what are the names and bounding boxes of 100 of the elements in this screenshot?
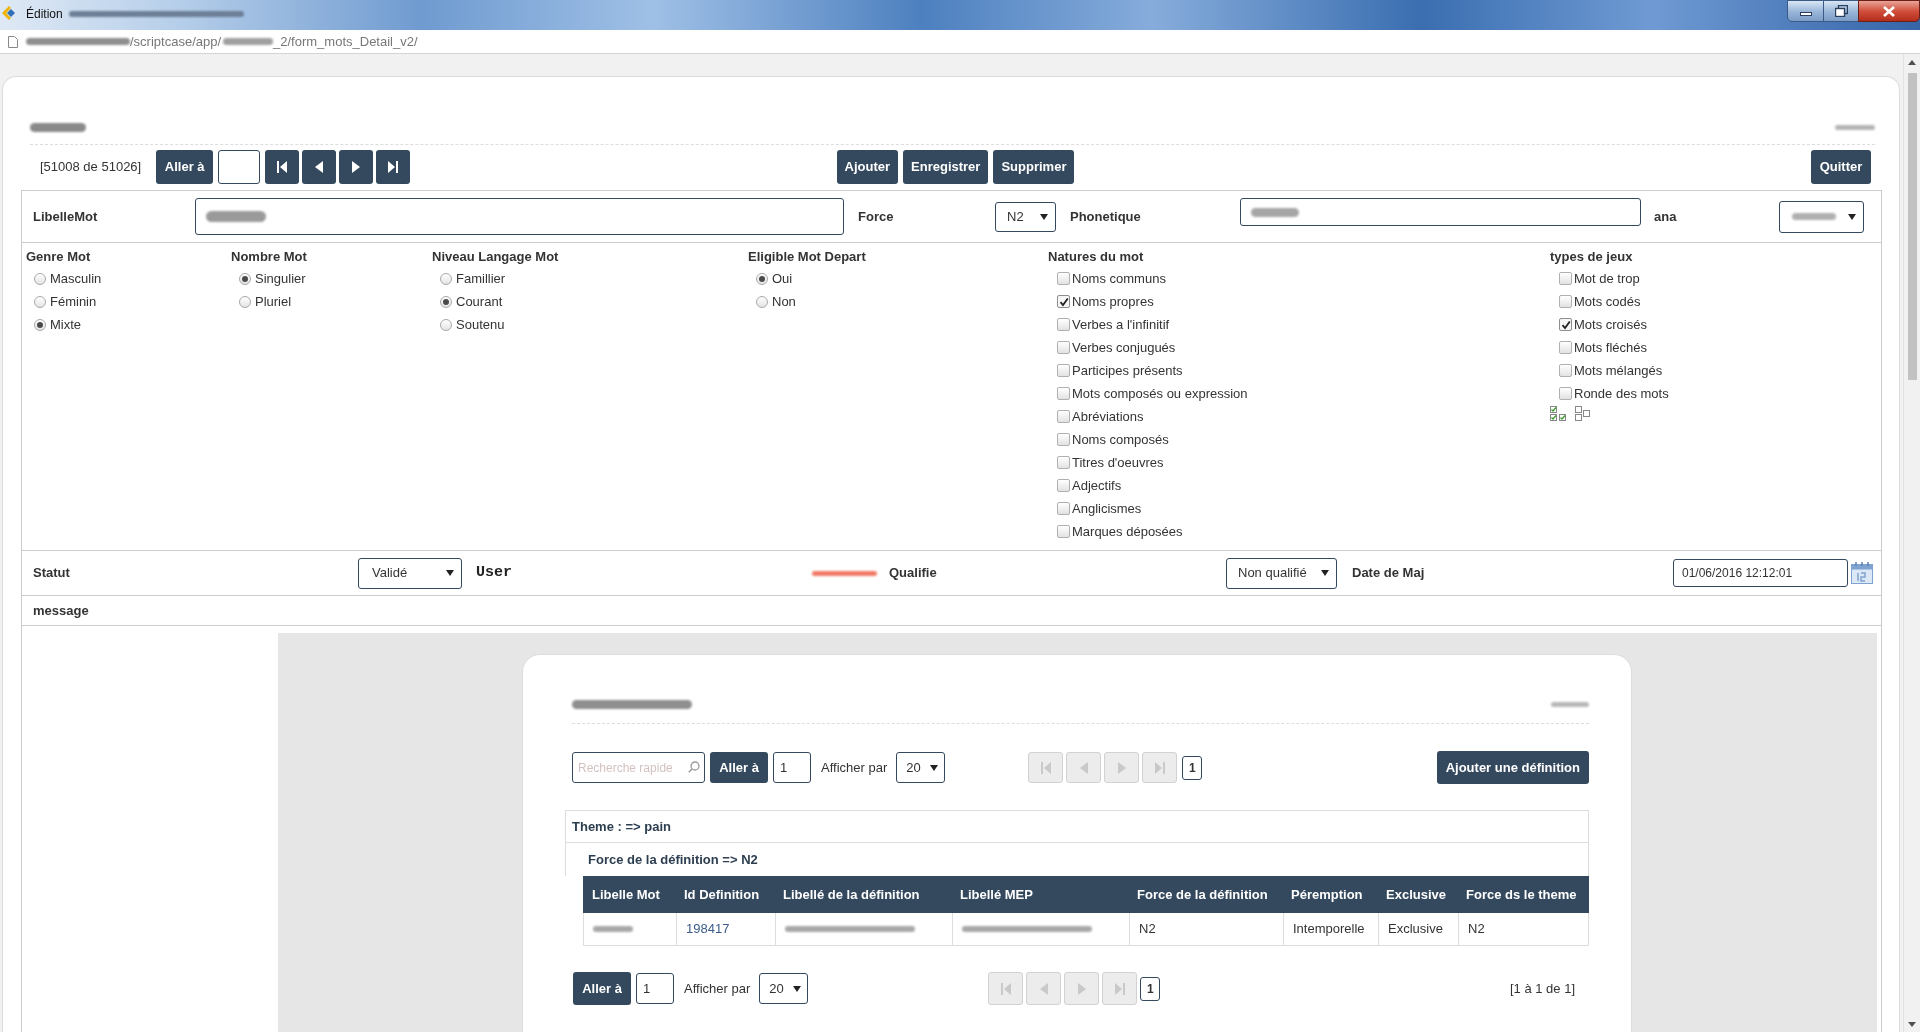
goto-field[interactable]: 1	[636, 973, 674, 1004]
quit-button[interactable]: Quitter	[1811, 150, 1871, 184]
option-label: Marques déposées	[1072, 522, 1183, 541]
scrollbar-thumb[interactable]	[1907, 73, 1917, 380]
checkbox[interactable]	[1559, 272, 1572, 285]
uncheck-all-icon[interactable]	[1575, 406, 1592, 422]
goto-field[interactable]	[218, 150, 261, 184]
option-label: Féminin	[50, 292, 97, 311]
checkbox[interactable]	[1057, 525, 1070, 538]
radio-button[interactable]	[756, 295, 768, 308]
force-select[interactable]: N2	[995, 201, 1056, 232]
checkbox[interactable]	[1057, 502, 1070, 515]
per-page-select[interactable]: 20	[759, 973, 809, 1004]
checkbox[interactable]	[1559, 387, 1572, 400]
radio-button[interactable]	[440, 295, 452, 308]
column-header[interactable]: Libellé de la définition	[783, 884, 920, 905]
close-button[interactable]	[1858, 0, 1920, 22]
libellemot-field[interactable]	[195, 198, 844, 235]
option-label: Noms communs	[1072, 269, 1166, 288]
add-button[interactable]: Ajouter	[836, 150, 899, 184]
blurred-text	[1792, 213, 1836, 220]
checkbox[interactable]	[1559, 364, 1572, 377]
checkbox[interactable]	[1057, 479, 1070, 492]
blurred-text	[593, 926, 633, 932]
radio-button[interactable]	[239, 272, 251, 285]
minimize-button[interactable]	[1787, 0, 1824, 22]
statut-select[interactable]: Validé	[358, 557, 462, 589]
check-all-icon[interactable]	[1550, 406, 1567, 422]
group-heading: Force de la définition => N2	[588, 850, 758, 869]
checkbox[interactable]	[1057, 410, 1070, 423]
last-page-icon	[388, 161, 399, 173]
first-page-icon	[1040, 761, 1051, 774]
table-cell-text: Intemporelle	[1293, 920, 1365, 939]
option-label: Mixte	[50, 315, 82, 334]
goto-button[interactable]: Aller à	[573, 972, 631, 1005]
maximize-button[interactable]	[1824, 0, 1858, 22]
checkbox[interactable]	[1057, 272, 1070, 285]
blurred-text	[812, 570, 877, 576]
ana-select[interactable]	[1779, 200, 1864, 233]
checkbox[interactable]	[1057, 318, 1070, 331]
radio-button[interactable]	[440, 318, 452, 331]
checkbox[interactable]	[1057, 364, 1070, 377]
scroll-down-icon[interactable]	[1908, 1022, 1916, 1027]
checkbox[interactable]	[1057, 295, 1070, 308]
blurred-text	[1835, 125, 1875, 130]
field-label: Statut	[32, 564, 71, 583]
option-label: Mots fléchés	[1574, 338, 1647, 357]
radio-button[interactable]	[239, 295, 251, 308]
goto-button[interactable]: Aller à	[156, 150, 214, 184]
radio-button[interactable]	[34, 272, 46, 285]
next-page-button[interactable]	[339, 150, 374, 184]
search-icon	[688, 761, 700, 773]
search-field[interactable]: Recherche rapide	[572, 752, 705, 783]
group-heading: Theme : => pain	[572, 817, 671, 836]
first-page-button[interactable]	[265, 150, 300, 184]
checkbox[interactable]	[1559, 295, 1572, 308]
option-label: Verbes conjugués	[1072, 338, 1176, 357]
record-counter: [51008 de 51026]	[40, 158, 142, 177]
last-page-button[interactable]	[376, 150, 411, 184]
checkbox[interactable]	[1559, 318, 1572, 331]
option-label: Participes présents	[1072, 361, 1183, 380]
column-header[interactable]: Libelle Mot	[592, 884, 660, 905]
scroll-up-icon[interactable]	[1908, 60, 1916, 65]
radio-button[interactable]	[34, 318, 46, 331]
page-number[interactable]: 1	[1182, 755, 1203, 780]
option-label: Anglicismes	[1072, 499, 1142, 518]
definition-link[interactable]: 198417	[686, 919, 730, 939]
add-definition-button[interactable]: Ajouter une définition	[1436, 751, 1589, 784]
radio-button[interactable]	[34, 295, 46, 308]
date-field[interactable]: 01/06/2016 12:12:01	[1673, 559, 1848, 587]
option-label: Adjectifs	[1072, 476, 1122, 495]
goto-field[interactable]: 1	[773, 752, 811, 783]
field-label: Phonetique	[1069, 207, 1142, 226]
goto-button[interactable]: Aller à	[710, 752, 768, 783]
column-header[interactable]: Exclusive	[1386, 884, 1446, 905]
previous-page-button[interactable]	[302, 150, 337, 184]
scrollbar[interactable]	[1903, 54, 1920, 1032]
checkbox[interactable]	[1057, 456, 1070, 469]
checkbox[interactable]	[1057, 341, 1070, 354]
per-page-select[interactable]: 20	[896, 752, 946, 783]
checkbox[interactable]	[1057, 387, 1070, 400]
option-label: Titres d'oeuvres	[1072, 453, 1164, 472]
blurred-text	[1251, 207, 1299, 217]
checkbox[interactable]	[1057, 433, 1070, 446]
calendar-icon[interactable]	[1851, 562, 1873, 584]
column-header[interactable]: Force ds le theme	[1466, 884, 1577, 905]
close-icon	[1883, 5, 1895, 17]
radio-button[interactable]	[440, 272, 452, 285]
phonetique-field[interactable]	[1240, 198, 1641, 226]
column-header[interactable]: Péremption	[1291, 884, 1363, 905]
column-header[interactable]: Id Definition	[684, 884, 760, 905]
qualifie-select[interactable]: Non qualifié	[1226, 557, 1337, 589]
delete-button[interactable]: Supprimer	[993, 150, 1075, 184]
page-number[interactable]: 1	[1140, 976, 1161, 1001]
save-button[interactable]: Enregistrer	[903, 150, 989, 184]
minimize-icon	[1799, 12, 1812, 16]
checkbox[interactable]	[1559, 341, 1572, 354]
radio-button[interactable]	[756, 272, 768, 285]
column-header[interactable]: Force de la définition	[1137, 884, 1268, 905]
column-header[interactable]: Libellé MEP	[960, 884, 1033, 905]
